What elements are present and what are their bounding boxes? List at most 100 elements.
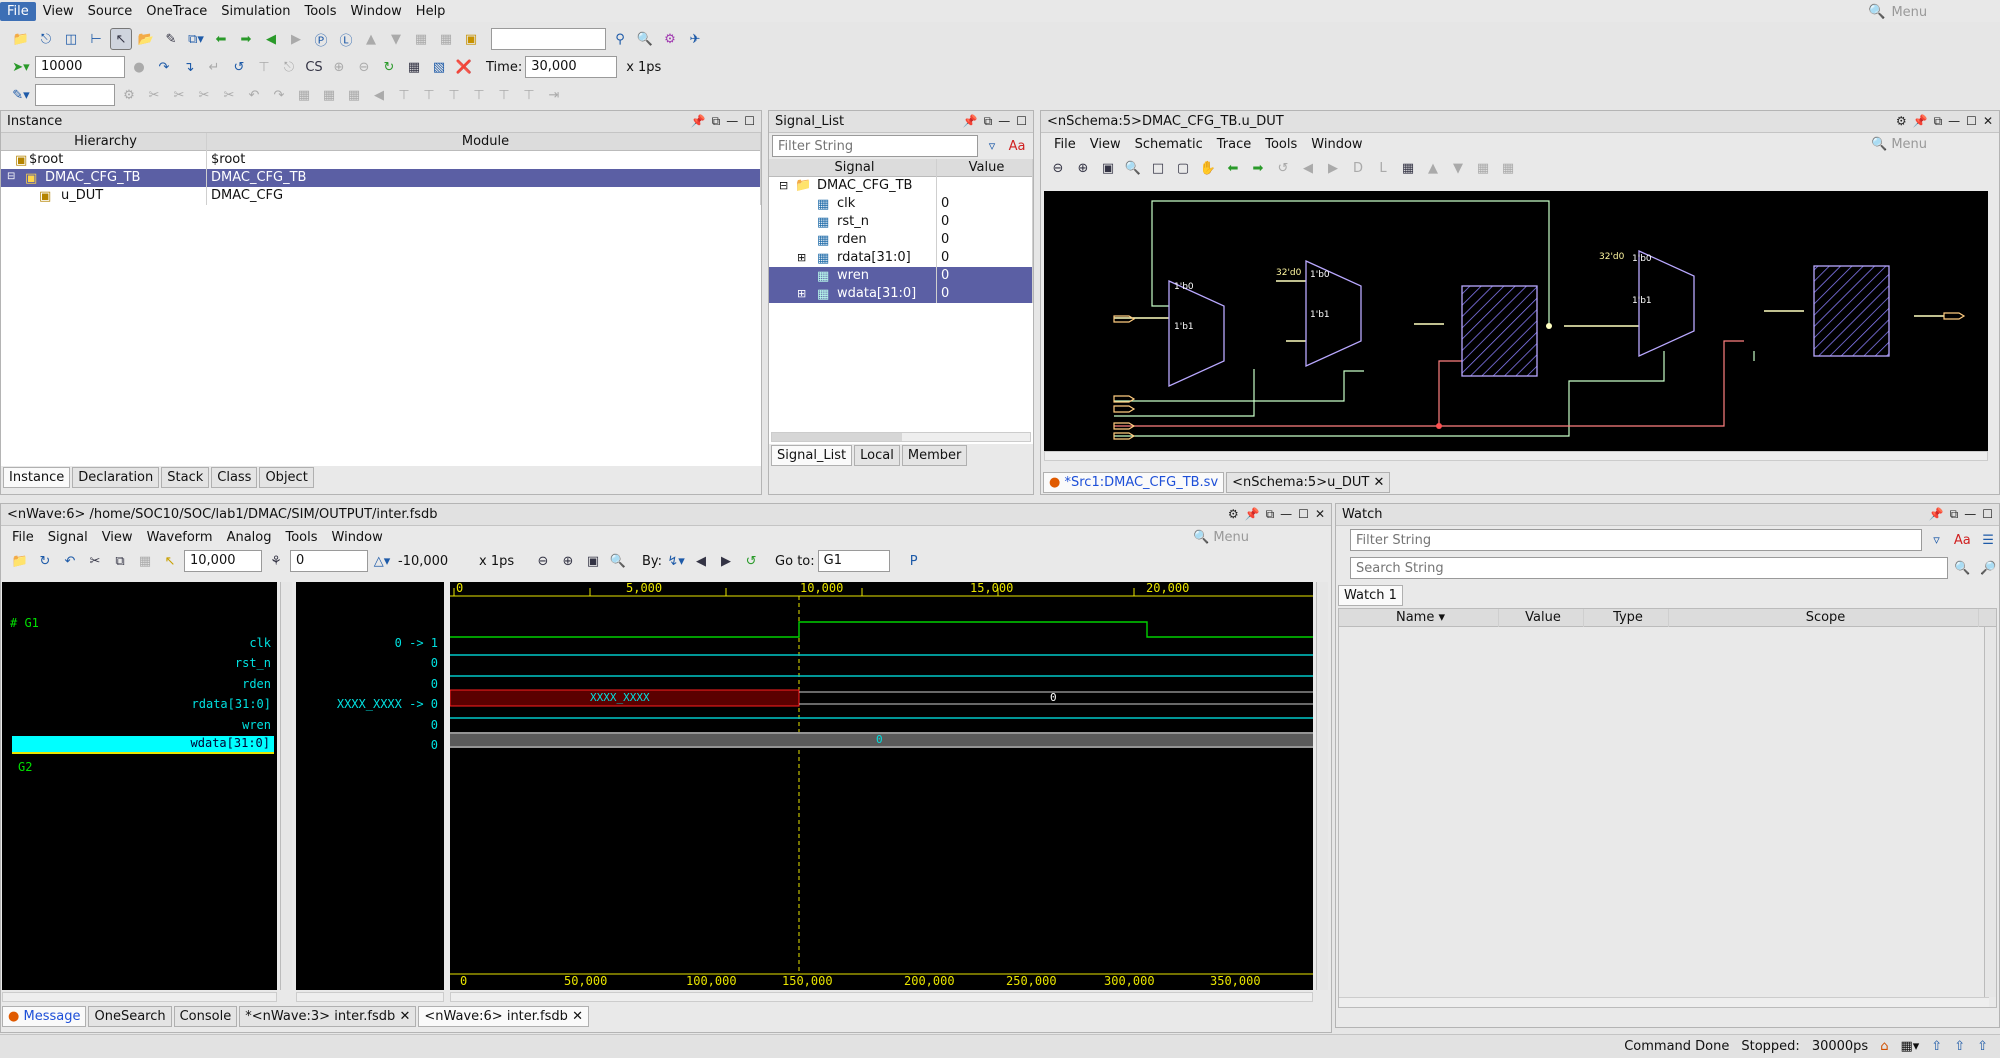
list-icon[interactable]: ☰ [1977,529,1999,551]
wave-signal-wdata[interactable]: wdata[31:0] [12,736,274,754]
layout-icon[interactable]: ▦▾ [1900,1039,1919,1054]
gray-icon-9[interactable]: ◀ [368,84,390,106]
reset-icon[interactable]: ↺ [740,550,762,572]
menu-help[interactable]: Help [409,2,453,21]
wave-signal-rden[interactable]: rden [242,677,271,692]
goto-select[interactable]: G1 [817,550,890,572]
menu-window[interactable]: Window [344,2,409,21]
wave-signal-rdata[interactable]: rdata[31:0] [192,697,271,712]
menu-tools[interactable]: Tools [298,2,344,21]
zoom-out-icon[interactable]: ⊖ [532,550,554,572]
gear-icon[interactable]: ⚙ [1228,507,1239,522]
run-time-input[interactable]: 10000 [35,56,125,78]
reload-icon[interactable]: ↻ [34,550,56,572]
gray-icon-6[interactable]: ▦ [293,84,315,106]
tab-nwave-3[interactable]: *<nWave:3> inter.fsdb ✕ [239,1006,417,1027]
tab-stack[interactable]: Stack [161,467,210,488]
close-icon[interactable]: ✕ [1315,507,1325,522]
gray-icon-12[interactable]: ⊤ [443,84,465,106]
tree-icon[interactable]: ▦ [1472,157,1494,179]
hierarchy-icon[interactable]: ⊢ [85,28,107,50]
schema-icon[interactable]: ◫ [60,28,82,50]
wave-menu-tools[interactable]: Tools [278,528,324,547]
close-icon[interactable]: ✕ [1983,114,1993,129]
float-icon[interactable]: ⧉ [712,114,721,129]
wave-signal-rst-n[interactable]: rst_n [235,656,271,671]
home-icon[interactable]: ⌂ [1880,1039,1888,1054]
tab-member[interactable]: Member [901,445,968,466]
gray-icon-1[interactable]: ⚙ [118,84,140,106]
gray-icon-4[interactable]: ✂ [193,84,215,106]
pin-icon[interactable]: 📌 [1929,507,1944,522]
down-icon[interactable]: ▼ [385,28,407,50]
col-name[interactable]: Name ▾ [1339,608,1499,627]
trace-forward-icon[interactable]: ➡ [1247,157,1269,179]
plane-icon[interactable]: ✈ [684,28,706,50]
net-icon[interactable]: ▦ [1397,157,1419,179]
wave-signal-names-pane[interactable]: # G1 clk rst_n rden rdata[31:0] wren wda… [2,582,277,990]
col-signal[interactable]: Signal [769,158,937,177]
minimize-icon[interactable]: — [998,114,1010,129]
wave-menu-window[interactable]: Window [325,528,390,547]
up-icon[interactable]: ▲ [1422,157,1444,179]
tab-instance[interactable]: Instance [3,467,71,488]
search-go-icon[interactable]: 🔍 [1952,557,1974,579]
gray-icon-8[interactable]: ▦ [343,84,365,106]
stop-icon[interactable]: ❌ [453,56,475,78]
cursor-icon[interactable]: ↖ [159,550,181,572]
float-icon[interactable]: ⧉ [984,114,993,129]
gray-icon-11[interactable]: ⊤ [418,84,440,106]
values-hscrollbar[interactable] [296,992,444,1002]
upload3-icon[interactable]: ⇧ [1977,1039,1988,1054]
menu-onetrace[interactable]: OneTrace [139,2,214,21]
wave-icon[interactable]: ⎋ [35,28,57,50]
menu-source[interactable]: Source [81,2,140,21]
col-value[interactable]: Value [1499,608,1584,627]
pan-hand-icon[interactable]: ✋ [1197,157,1219,179]
watch-hscrollbar[interactable] [1339,997,1989,1007]
menu-view[interactable]: View [36,2,81,21]
gray-icon-7[interactable]: ▦ [318,84,340,106]
next-icon[interactable]: ▶ [1322,157,1344,179]
down-icon[interactable]: ▼ [1447,157,1469,179]
col-scope[interactable]: Scope [1669,608,1979,627]
copy-icon[interactable]: ⧉▾ [185,28,207,50]
waveform-pane[interactable]: 0 5,000 10,000 15,000 20,000 XXXX_XXXX 0… [449,581,1313,990]
maximize-icon[interactable]: ☐ [1982,507,1993,522]
signal-row[interactable]: clk 0 [769,195,1033,213]
tree2-icon[interactable]: ▦ [435,28,457,50]
undo-icon[interactable]: ↶ [59,550,81,572]
pointer-icon[interactable]: ↖ [110,28,132,50]
float-icon[interactable]: ⧉ [1266,507,1275,522]
tab-declaration[interactable]: Declaration [72,467,160,488]
expand-icon[interactable]: ⊞ [797,287,806,300]
zoom-in-icon[interactable]: ⊕ [1072,157,1094,179]
schema-menu-schematic[interactable]: Schematic [1128,135,1210,154]
tab-nwave-6[interactable]: <nWave:6> inter.fsdb ✕ [418,1006,589,1027]
settings-icon[interactable]: ⚙ [659,28,681,50]
module-icon[interactable]: ▣ [460,28,482,50]
trace-back-icon[interactable]: ⬅ [1222,157,1244,179]
back-arrow-icon[interactable]: ◀ [260,28,282,50]
d-icon[interactable]: D [1347,157,1369,179]
tree-icon[interactable]: ▦ [410,28,432,50]
close-icon[interactable]: ✕ [399,1009,410,1024]
schema-menu-view[interactable]: View [1083,135,1128,154]
upload2-icon[interactable]: ⇧ [1954,1039,1965,1054]
cursor-time-input[interactable]: 10,000 [184,550,262,572]
maximize-icon[interactable]: ☐ [744,114,755,129]
tab-watch-1[interactable]: Watch 1 [1338,585,1403,606]
wave-menu-analog[interactable]: Analog [220,528,279,547]
names-hscrollbar[interactable] [2,992,277,1002]
expand-icon[interactable]: ⊞ [797,251,806,264]
maximize-icon[interactable]: ☐ [1016,114,1027,129]
schema-menu-tools[interactable]: Tools [1258,135,1304,154]
instance-row-root[interactable]: $root $root [1,151,761,169]
signal-row[interactable]: rst_n 0 [769,213,1033,231]
gear-icon[interactable]: ⚙ [1896,114,1907,129]
gray-icon-2[interactable]: ✂ [143,84,165,106]
search-prev-icon[interactable]: ◀ [690,550,712,572]
folder-icon[interactable]: 📂 [135,28,157,50]
gray-icon-3[interactable]: ✂ [168,84,190,106]
wave-signal-clk[interactable]: clk [249,636,271,651]
